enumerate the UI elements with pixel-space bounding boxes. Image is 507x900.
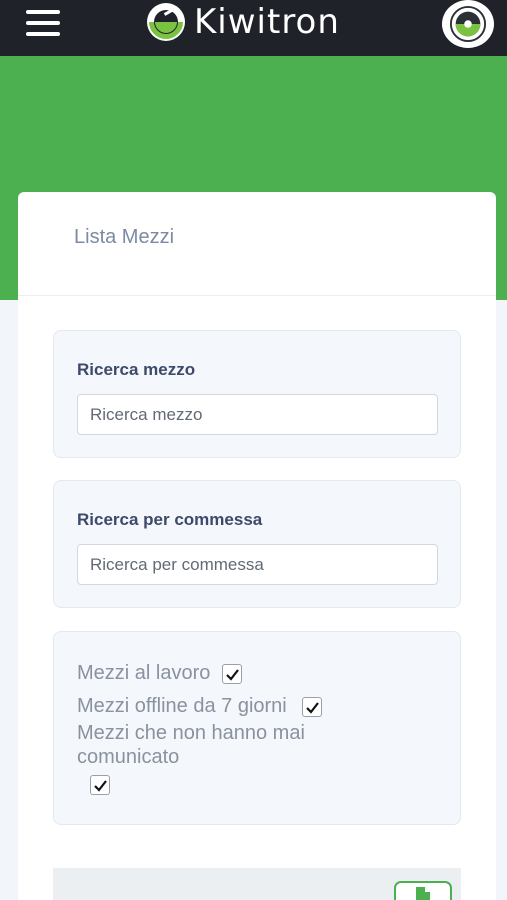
search-vehicle-panel: Ricerca mezzo [53, 330, 461, 458]
checkmark-icon [306, 702, 320, 714]
search-vehicle-input[interactable] [77, 394, 438, 435]
filter-working: Mezzi al lavoro [77, 661, 242, 685]
filter-never-communicated-checkbox[interactable] [90, 775, 110, 795]
export-button[interactable] [394, 881, 452, 900]
filter-offline-checkbox[interactable] [302, 696, 323, 717]
document-icon [416, 887, 430, 900]
filter-working-checkbox[interactable] [221, 663, 242, 684]
filter-offline: Mezzi offline da 7 giorni [77, 694, 323, 718]
checkmark-icon [226, 669, 239, 681]
search-vehicle-label: Ricerca mezzo [77, 360, 196, 379]
filter-offline-label: Mezzi offline da 7 giorni [77, 695, 287, 717]
search-order-input[interactable] [77, 544, 438, 585]
vehicle-list-card: Lista Mezzi Ricerca mezzo Ricerca per co… [18, 192, 496, 900]
filters-panel: Mezzi al lavoro Mezzi offline da 7 giorn… [53, 631, 461, 825]
filter-never-label-line1: Mezzi che non hanno mai [77, 722, 305, 744]
top-navbar: Kiwitron [0, 0, 507, 56]
brand-logo[interactable]: Kiwitron [146, 2, 340, 42]
hamburger-menu-icon[interactable] [26, 10, 62, 38]
brand-name: Kiwitron [194, 2, 340, 42]
card-header: Lista Mezzi [18, 192, 496, 296]
page-title: Lista Mezzi [74, 226, 175, 248]
search-order-panel: Ricerca per commessa [53, 480, 461, 608]
checkmark-icon [94, 780, 107, 792]
search-order-label: Ricerca per commessa [77, 510, 263, 529]
filter-working-label: Mezzi al lavoro [77, 662, 211, 684]
filter-never-label-line2: comunicato [77, 746, 180, 768]
user-avatar-icon[interactable] [442, 0, 494, 48]
filter-never-communicated: Mezzi che non hanno mai comunicato [77, 721, 305, 795]
kiwi-logo-icon [147, 3, 185, 41]
